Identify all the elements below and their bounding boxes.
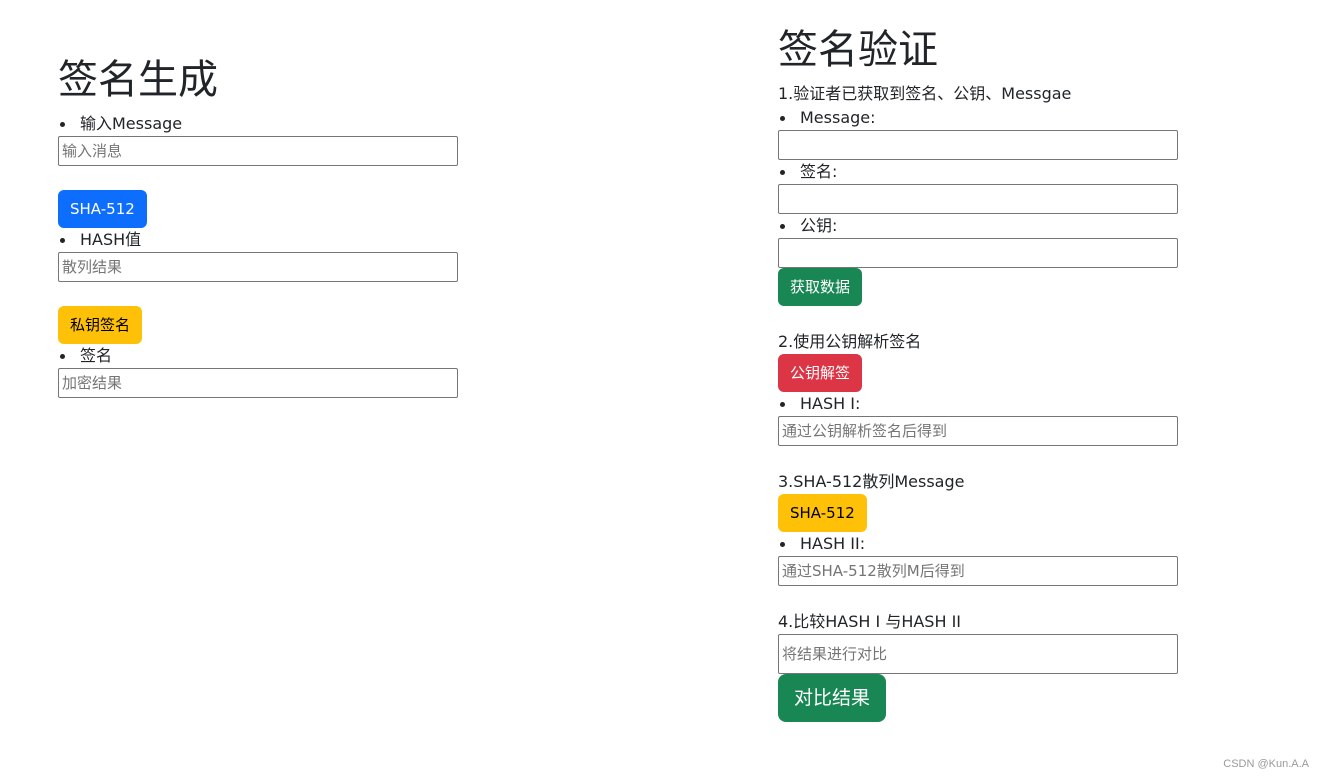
signature-input[interactable] [58, 368, 458, 398]
verify-sha512-button[interactable]: SHA-512 [778, 494, 867, 532]
step2-text: 2.使用公钥解析签名 [778, 332, 922, 351]
verification-title: 签名验证 [778, 27, 938, 73]
generation-title: 签名生成 [58, 57, 218, 103]
hash-label: HASH值 [58, 230, 141, 250]
private-key-sign-button[interactable]: 私钥签名 [58, 306, 143, 344]
verify-message-input[interactable] [778, 130, 1178, 160]
public-key-label: 公钥: [778, 216, 837, 236]
verify-signature-input[interactable] [778, 184, 1178, 214]
public-key-input[interactable] [778, 238, 1178, 268]
message-input[interactable] [58, 136, 458, 166]
watermark: CSDN @Kun.A.A [1223, 758, 1309, 770]
step4-text: 4.比较HASH I 与HASH II [778, 612, 962, 631]
step3-text: 3.SHA-512散列Message [778, 472, 965, 491]
signature-label: 签名 [58, 346, 112, 366]
compare-result-input[interactable] [778, 634, 1178, 674]
compare-result-button[interactable]: 对比结果 [778, 674, 887, 722]
hash1-label: HASH I: [778, 394, 860, 414]
sha512-button[interactable]: SHA-512 [58, 190, 147, 228]
hash2-input[interactable] [778, 556, 1178, 586]
message-label: 输入Message [58, 114, 182, 134]
hash1-input[interactable] [778, 416, 1178, 446]
verify-signature-label: 签名: [778, 162, 837, 182]
fetch-data-button[interactable]: 获取数据 [778, 268, 863, 306]
public-key-decrypt-button[interactable]: 公钥解签 [778, 354, 863, 392]
hash2-label: HASH II: [778, 534, 865, 554]
hash-input[interactable] [58, 252, 458, 282]
step1-text: 1.验证者已获取到签名、公钥、Messgae [778, 84, 1072, 103]
verify-message-label: Message: [778, 108, 876, 128]
